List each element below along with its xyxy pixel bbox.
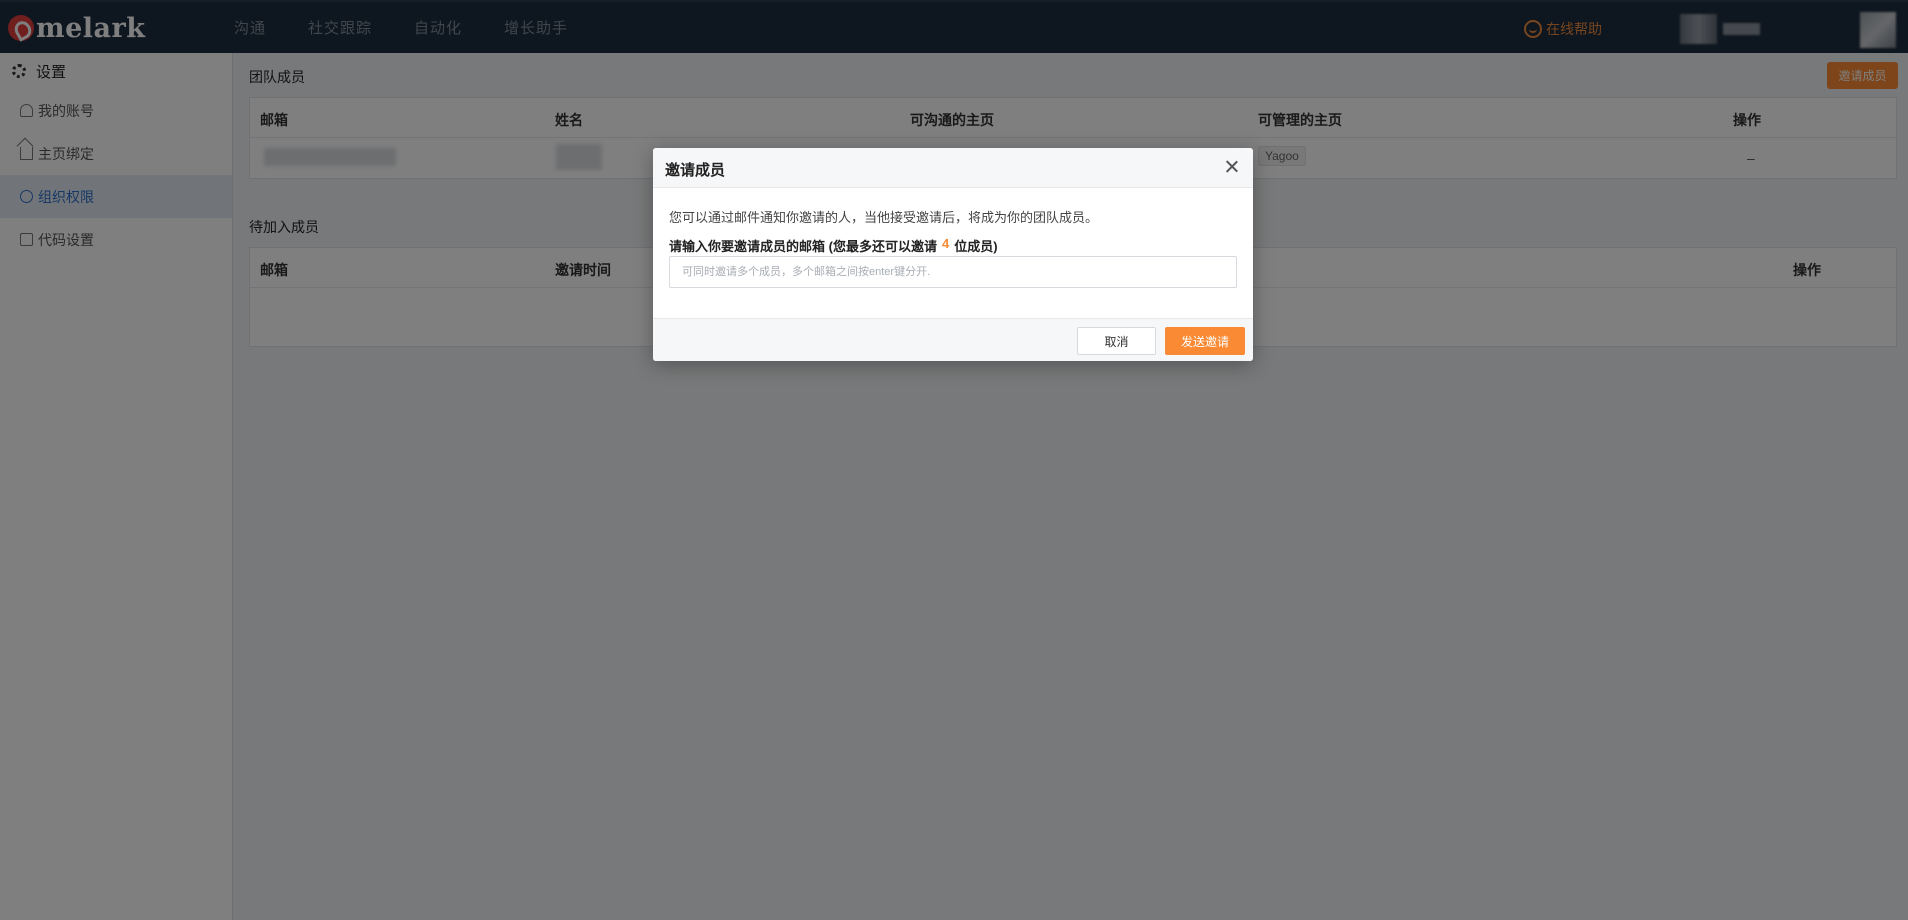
dialog-footer: 取消 发送邀请	[653, 318, 1253, 361]
dialog-description: 您可以通过邮件通知你邀请的人，当他接受邀请后，将成为你的团队成员。	[669, 210, 1099, 225]
modal-overlay[interactable]	[0, 0, 1908, 920]
close-icon[interactable]	[1221, 156, 1243, 178]
dialog-body: 您可以通过邮件通知你邀请的人，当他接受邀请后，将成为你的团队成员。 请输入你要邀…	[653, 188, 1253, 318]
invite-email-input[interactable]	[669, 256, 1237, 288]
email-prompt: 请输入你要邀请成员的邮箱 (您最多还可以邀请 4 位成员)	[669, 236, 998, 255]
email-prompt-text: 请输入你要邀请成员的邮箱 (您最多还可以邀请	[669, 239, 937, 254]
dialog-title: 邀请成员	[665, 162, 726, 179]
email-prompt-suffix: 位成员)	[954, 239, 998, 254]
dialog-header: 邀请成员	[653, 148, 1253, 188]
invite-members-dialog: 邀请成员 您可以通过邮件通知你邀请的人，当他接受邀请后，将成为你的团队成员。 请…	[653, 148, 1253, 361]
cancel-button[interactable]: 取消	[1077, 327, 1156, 355]
remaining-invites-count: 4	[941, 236, 950, 251]
send-invite-button[interactable]: 发送邀请	[1165, 327, 1245, 355]
